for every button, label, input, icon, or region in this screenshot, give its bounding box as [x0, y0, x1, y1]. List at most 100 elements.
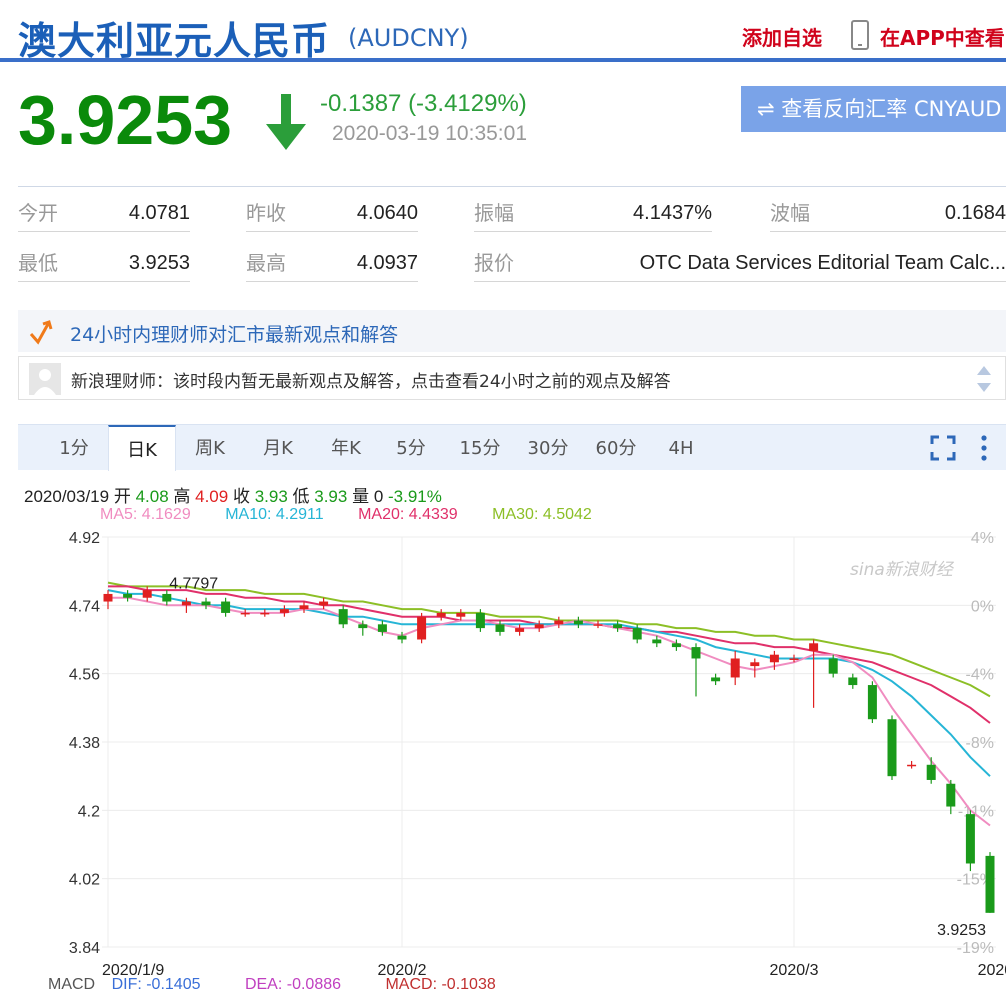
candle-body	[613, 624, 623, 629]
page-title: 澳大利亚元人民币	[18, 19, 331, 63]
tab-1min[interactable]: 1分	[40, 425, 108, 471]
candle-body	[515, 628, 525, 632]
news-item[interactable]: 新浪理财师：该时段内暂无最新观点及解答，点击查看24小时之前的观点及解答	[18, 356, 1006, 400]
fullscreen-icon[interactable]	[930, 435, 956, 461]
pct-tick-label: 0%	[971, 598, 994, 615]
candle-body	[809, 643, 819, 651]
y-tick-label: 4.56	[69, 667, 100, 684]
x-tick-label: 2020/1/9	[102, 962, 164, 977]
tab-yearly-k[interactable]: 年K	[312, 425, 380, 471]
y-tick-label: 4.74	[69, 598, 100, 615]
ohlc-close-label: 收	[232, 487, 250, 506]
candle-body	[181, 601, 191, 606]
x-tick-label: 2020/2	[378, 962, 427, 977]
macd-dif: DIF: -0.1405	[111, 976, 201, 993]
advisor-news: 24小时内理财师对汇市最新观点和解答 新浪理财师：该时段内暂无最新观点及解答，点…	[18, 310, 1006, 400]
candle-body	[162, 593, 172, 602]
stat-label: 最高	[246, 251, 286, 275]
candle-body	[142, 590, 152, 598]
candle-body	[730, 658, 740, 678]
candle-body	[417, 616, 427, 640]
ma5-value: MA5: 4.1629	[100, 506, 191, 523]
x-tick-label: 2020/3	[770, 962, 819, 977]
stat-label: 振幅	[474, 201, 514, 225]
stat-label: 最低	[18, 251, 58, 275]
stats-panel: 今开 4.0781 昨收 4.0640 振幅 4.1437% 波幅 0.1684…	[18, 186, 1006, 282]
user-icon	[34, 369, 56, 395]
candle-body	[260, 612, 270, 615]
tab-daily-k[interactable]: 日K	[108, 425, 176, 471]
price-change: -0.1387 (-3.4129%)	[320, 90, 527, 117]
news-heading: 24小时内理财师对汇市最新观点和解答	[70, 324, 399, 346]
stat-value: 0.1684	[944, 202, 1006, 224]
pct-tick-label: -11%	[958, 803, 994, 820]
avatar	[29, 363, 61, 395]
period-tabs: 1分 日K 周K 月K 年K 5分 15分 30分 60分 4H	[18, 424, 1006, 471]
stat-value: 4.0640	[356, 202, 418, 224]
candle-body	[456, 612, 466, 617]
candle-body	[887, 719, 897, 777]
news-header[interactable]: 24小时内理财师对汇市最新观点和解答	[18, 310, 1006, 352]
candle-body	[495, 624, 505, 632]
candle-body	[534, 624, 544, 629]
candle-body	[848, 677, 858, 686]
ohlc-open-label: 开	[113, 487, 131, 506]
tab-monthly-k[interactable]: 月K	[244, 425, 312, 471]
tab-30min[interactable]: 30分	[514, 425, 582, 471]
scroll-arrows-icon[interactable]	[975, 363, 993, 395]
ma30-line	[107, 581, 991, 698]
ohlc-vol-label: 量	[352, 487, 370, 506]
stat-volatility: 波幅 0.1684	[770, 187, 1006, 232]
stat-label: 今开	[18, 201, 58, 225]
add-watchlist-button[interactable]: 添加自选	[742, 22, 822, 51]
ma20-value: MA20: 4.4339	[358, 506, 458, 523]
candle-body	[123, 593, 133, 598]
candle-body	[299, 605, 309, 610]
candle-body	[632, 628, 642, 640]
candle-body	[319, 601, 329, 606]
tab-15min[interactable]: 15分	[446, 425, 514, 471]
candle-body	[358, 624, 368, 629]
stat-open: 今开 4.0781	[18, 187, 190, 232]
open-in-app-link[interactable]: 在APP中查看	[880, 22, 1005, 51]
kline-chart[interactable]: 4.92 4%4.74 0%4.56 -4%4.38 -8%4.2 -11%4.02 -15…	[0, 525, 1006, 977]
ma10-value: MA10: 4.2911	[225, 506, 324, 523]
tab-5min[interactable]: 5分	[380, 425, 442, 471]
ohlc-date: 2020/03/19	[24, 487, 110, 506]
candle-body	[907, 764, 917, 767]
stat-quote-source: 报价 OTC Data Services Editorial Team Calc…	[474, 237, 1006, 282]
y-tick-label: 4.38	[69, 735, 100, 752]
candle-body	[652, 639, 662, 644]
ohlc-readout: 2020/03/19 开 4.08 高 4.09 收 3.93 低 3.93 量…	[24, 482, 442, 507]
candle-body	[711, 677, 721, 682]
trend-icon	[29, 320, 53, 345]
ohlc-close: 3.93	[254, 487, 288, 506]
ma20-line	[108, 585, 991, 724]
ohlc-high-label: 高	[173, 487, 191, 506]
candle-body	[573, 620, 583, 625]
candle-body	[377, 624, 387, 632]
x-tick-label: 2020/3/19	[978, 962, 1006, 977]
candle-body	[279, 609, 289, 613]
y-tick-label: 4.2	[78, 803, 100, 820]
tab-4h[interactable]: 4H	[650, 425, 712, 471]
y-tick-label: 3.84	[69, 940, 100, 957]
candle-body	[201, 601, 211, 606]
tab-60min[interactable]: 60分	[582, 425, 650, 471]
ohlc-vol: 0	[373, 487, 384, 506]
candle-body	[750, 662, 760, 667]
stat-label: 昨收	[246, 201, 286, 225]
ma30-value: MA30: 4.5042	[492, 506, 592, 523]
pct-tick-label: -8%	[966, 735, 994, 752]
more-icon[interactable]	[978, 433, 990, 463]
ma-legend: MA5: 4.1629 MA10: 4.2911 MA20: 4.4339 MA…	[100, 506, 592, 524]
reverse-rate-button[interactable]: ⇌ 查看反向汇率 CNYAUD	[741, 86, 1006, 132]
stat-value: 3.9253	[128, 252, 190, 274]
stat-value: 4.0781	[128, 202, 190, 224]
y-tick-label: 4.92	[69, 530, 100, 547]
tab-weekly-k[interactable]: 周K	[176, 425, 244, 471]
watermark: sina新浪财经	[850, 560, 955, 580]
candle-body	[946, 783, 956, 807]
ohlc-open: 4.08	[135, 487, 169, 506]
phone-icon[interactable]	[851, 20, 869, 50]
